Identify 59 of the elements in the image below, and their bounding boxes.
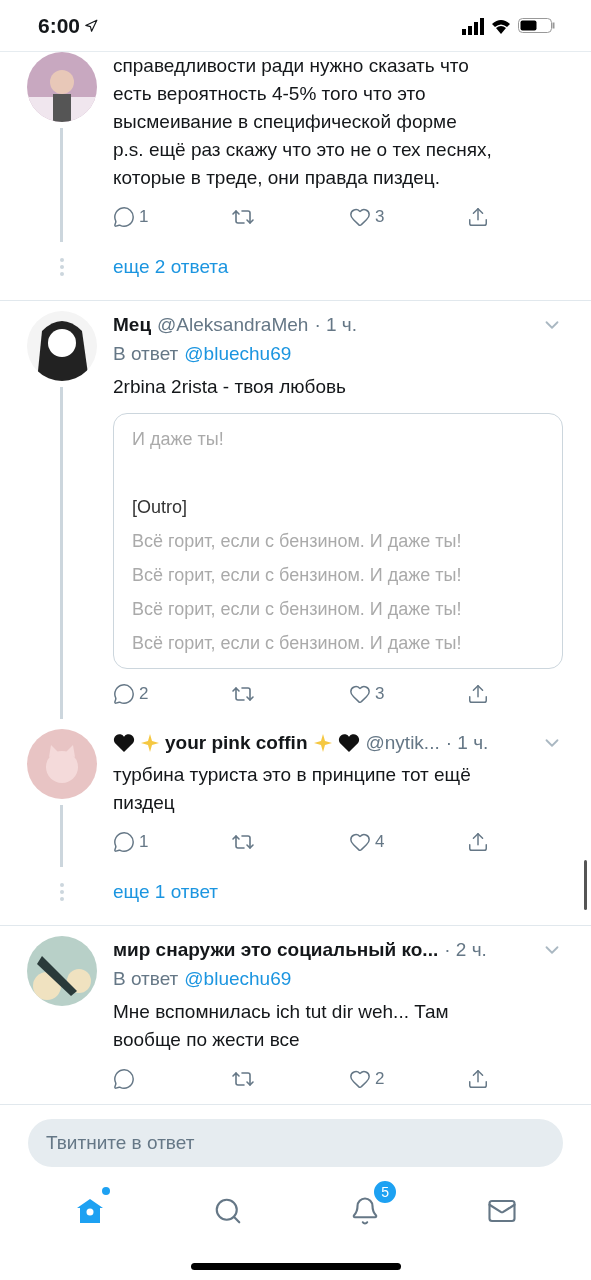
author-name: your pink coffin	[165, 732, 308, 754]
heart-icon	[337, 733, 360, 753]
heart-icon	[113, 733, 135, 753]
lyric-line: И даже ты!	[132, 428, 225, 451]
share-icon[interactable]	[467, 683, 489, 705]
scroll-indicator	[584, 860, 587, 910]
like-icon[interactable]	[349, 683, 371, 705]
author-handle: @AleksandraMeh	[157, 314, 309, 336]
reply-count: 2	[139, 684, 149, 704]
reply-count: 1	[139, 207, 149, 227]
lyric-line: Всё горит, если с бензином. И даже ты!	[132, 598, 463, 621]
status-time: 6:00	[38, 13, 81, 38]
author-name: Мец	[113, 314, 152, 336]
like-icon[interactable]	[349, 1068, 371, 1090]
reply-icon[interactable]	[113, 683, 135, 705]
mention-link[interactable]: @bluechu69	[184, 343, 292, 365]
tweet-text: турбина туриста это в принципе тот ещё пиздец	[113, 763, 472, 815]
location-icon	[84, 18, 99, 33]
reply-count: 1	[139, 832, 149, 852]
lyric-line: Всё горит, если с бензином. И даже ты!	[132, 564, 463, 587]
battery-icon	[518, 18, 555, 33]
tweet-text: справедливости ради нужно сказать что есть вероятность 4-5% того что это высмеивание в специфической форме p.s. ещё раз скажу что это не о тех песнях, которые в треде, они правда пиздец.	[113, 54, 493, 190]
like-count: 2	[375, 1069, 385, 1089]
lyric-line: [Outro]	[132, 496, 189, 519]
author-name: мир снаружи это социальный ко...	[113, 939, 439, 961]
tweet-text: Мне вспомнилась ich tut dir weh... Там вообще по жести все	[113, 1000, 450, 1052]
share-icon[interactable]	[467, 1068, 489, 1090]
reply-label: В ответ	[113, 343, 179, 365]
more-replies-link[interactable]: еще 1 ответ	[113, 881, 219, 903]
dots-icon	[59, 258, 64, 276]
mention-link[interactable]: @bluechu69	[184, 968, 292, 990]
reply-icon[interactable]	[113, 206, 135, 228]
lyrics-card[interactable]: И даже ты! [Outro] Всё горит, если с бензином. И даже ты! Всё горит, если с бензином. И даже ты! Всё горит, если с бензином. И даже ты! Всё горит, если с бензином. И даже ты!	[113, 413, 563, 669]
notification-badge: 5	[372, 1179, 399, 1205]
like-icon[interactable]	[349, 831, 371, 853]
like-count: 4	[375, 832, 385, 852]
reply-icon[interactable]	[113, 1068, 135, 1090]
lyric-line: Всё горит, если с бензином. И даже ты!	[132, 632, 463, 655]
signal-icon	[462, 16, 484, 35]
author-handle: @nytik...	[365, 732, 440, 754]
reply-label: В ответ	[113, 968, 179, 990]
tweet-time: · 1 ч.	[445, 732, 489, 754]
notifications-tab[interactable]: 5	[332, 1179, 399, 1243]
sparkle-icon	[141, 734, 159, 752]
tweet-text: 2rbina 2rista - твоя любовь	[113, 375, 347, 399]
like-count: 3	[375, 207, 385, 227]
more-replies-link[interactable]: еще 2 ответа	[113, 256, 229, 278]
lyric-line: Всё горит, если с бензином. И даже ты!	[132, 530, 463, 553]
wifi-icon	[492, 17, 510, 34]
reply-field[interactable]: Твитните в ответ	[28, 1119, 563, 1167]
tweet-time: · 2 ч.	[444, 939, 487, 961]
share-icon[interactable]	[467, 206, 489, 228]
share-icon[interactable]	[467, 831, 489, 853]
sparkle-icon	[313, 734, 332, 752]
like-count: 3	[375, 684, 385, 704]
like-icon[interactable]	[349, 206, 371, 228]
dots-icon	[59, 883, 64, 901]
reply-icon[interactable]	[113, 831, 135, 853]
tweet-time: · 1 ч.	[314, 314, 358, 336]
